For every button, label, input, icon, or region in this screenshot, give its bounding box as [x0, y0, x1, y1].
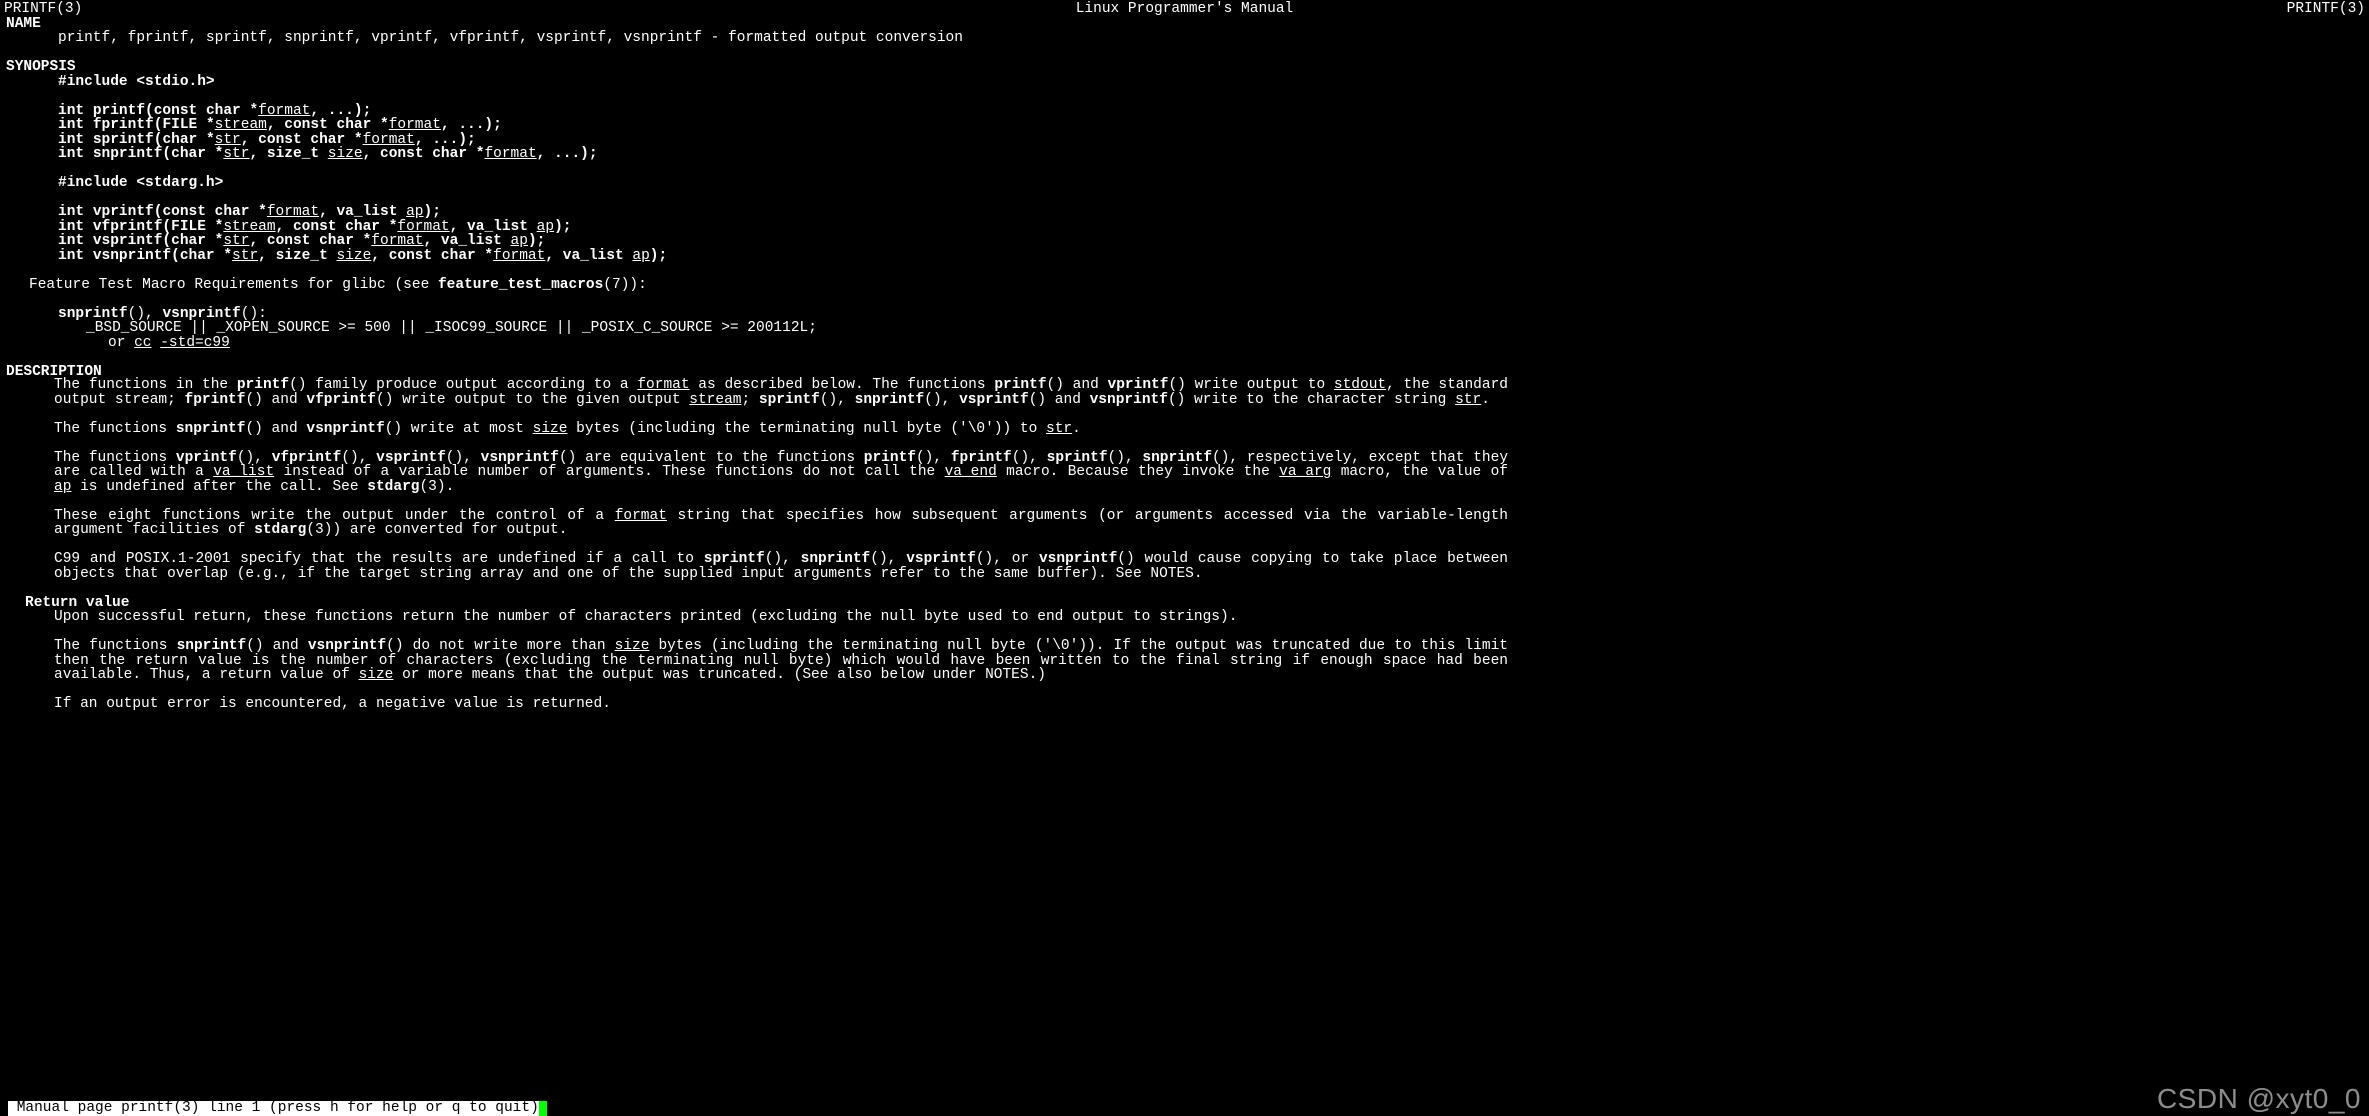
header-center: Linux Programmer's Manual — [1076, 2, 1294, 17]
name-line: printf, fprintf, sprintf, snprintf, vpri… — [4, 30, 963, 46]
desc-p4: These eight functions write the output u… — [0, 509, 1508, 538]
header-left: PRINTF(3) — [4, 2, 82, 17]
ftm-or: or cc -std=c99 — [4, 335, 230, 351]
cursor-icon — [539, 1101, 547, 1116]
desc-p2: The functions snprintf() and vsnprintf()… — [0, 422, 1508, 437]
rv-p1: Upon successful return, these functions … — [0, 610, 1508, 625]
desc-p5: C99 and POSIX.1-2001 specify that the re… — [0, 552, 1508, 581]
header-right: PRINTF(3) — [2287, 2, 2365, 17]
status-text: Manual page printf(3) line 1 (press h fo… — [8, 1101, 539, 1116]
include-stdio: #include <stdio.h> — [4, 74, 215, 90]
proto-snprintf: int snprintf(char *str, size_t size, con… — [4, 146, 598, 162]
subsection-return-value: Return value — [0, 596, 2369, 611]
proto-vsnprintf: int vsnprintf(char *str, size_t size, co… — [4, 248, 667, 264]
include-stdarg: #include <stdarg.h> — [4, 175, 223, 191]
man-content[interactable]: NAME printf, fprintf, sprintf, snprintf,… — [0, 17, 2369, 380]
statusbar: Manual page printf(3) line 1 (press h fo… — [0, 1101, 2369, 1116]
rv-err: If an output error is encountered, a neg… — [0, 697, 1508, 712]
man-header: PRINTF(3) Linux Programmer's Manual PRIN… — [0, 0, 2369, 17]
desc-p3: The functions vprintf(), vfprintf(), vsp… — [0, 451, 1508, 495]
desc-p1: The functions in the printf() family pro… — [0, 378, 1508, 407]
rv-p2: The functions snprintf() and vsnprintf()… — [0, 639, 1508, 683]
section-synopsis: SYNOPSIS — [4, 59, 76, 75]
ftm-line: Feature Test Macro Requirements for glib… — [4, 277, 647, 293]
watermark: CSDN @xyt0_0 — [2157, 1092, 2361, 1107]
